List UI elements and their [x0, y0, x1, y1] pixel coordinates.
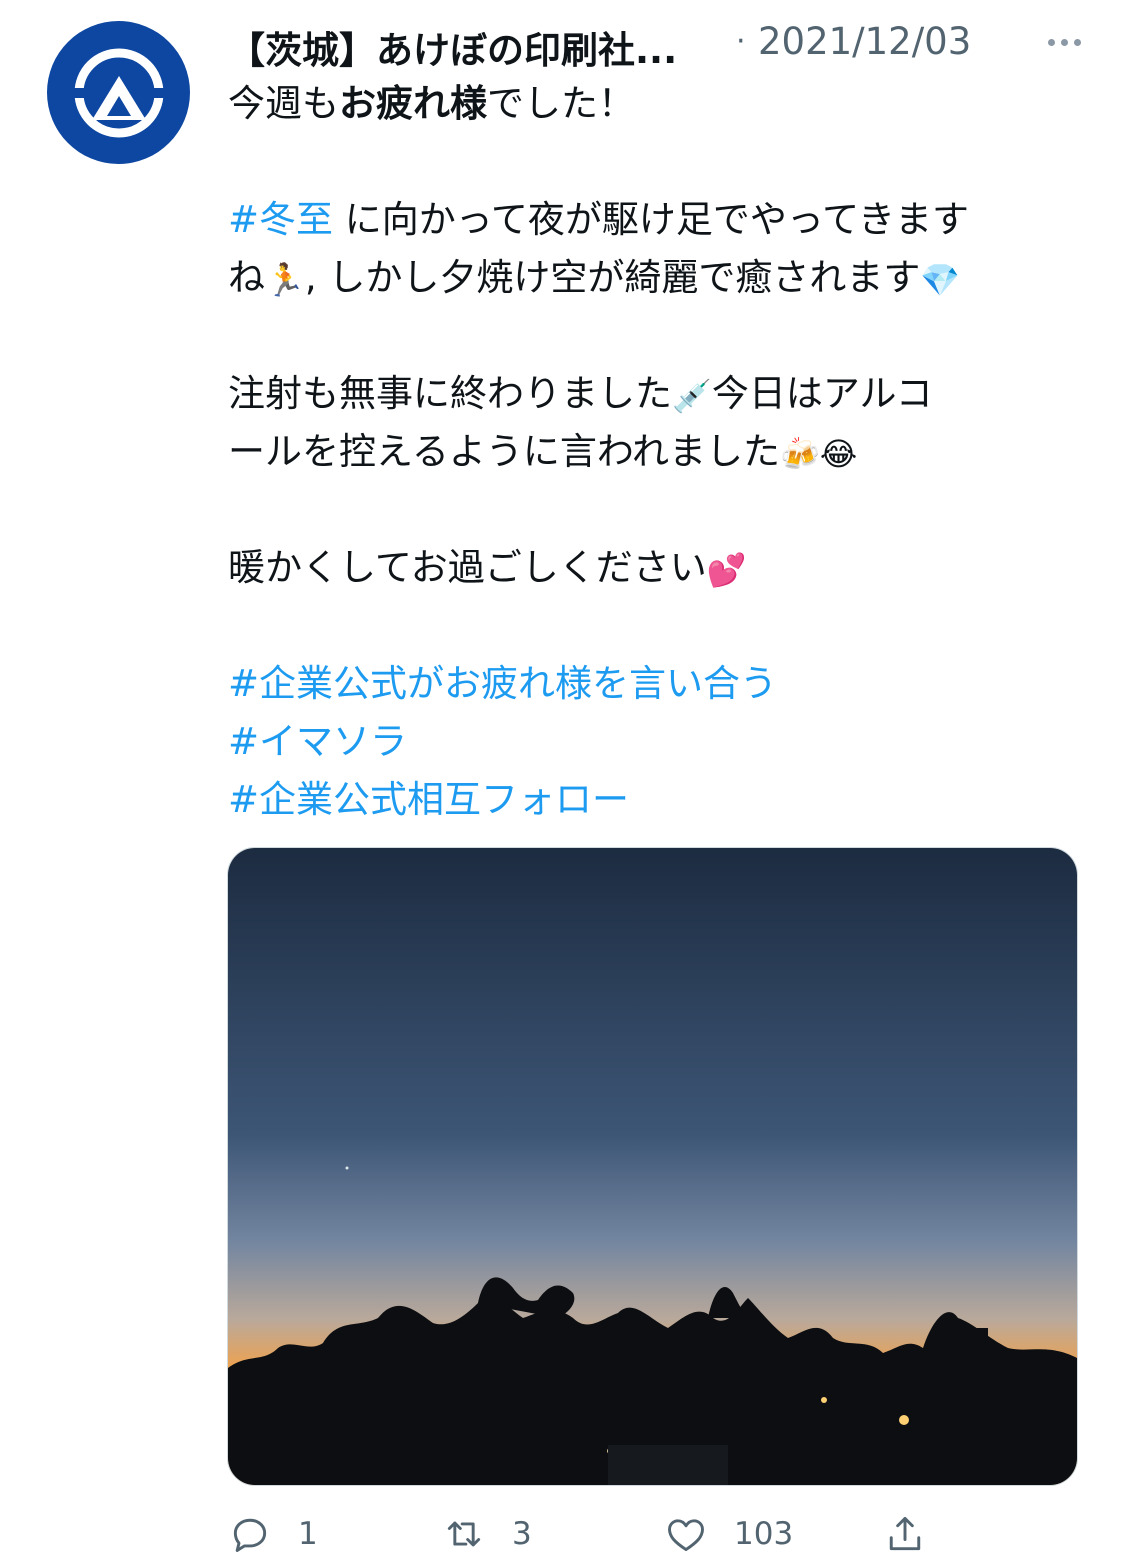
separator-dot: ·: [736, 24, 746, 59]
heart-icon: [668, 1519, 704, 1552]
tweet-date[interactable]: 2021/12/03: [758, 20, 971, 63]
hashtag-link[interactable]: #イマソラ: [228, 720, 407, 763]
author-name[interactable]: 【茨城】あけぼの印刷社...: [228, 20, 677, 74]
syringe-emoji-icon: 💉: [672, 376, 712, 415]
hashtag-line-2: #イマソラ: [228, 713, 1088, 771]
gem-emoji-icon: 💎: [920, 260, 961, 299]
tweet-actions: 1 3 103: [228, 1508, 1088, 1560]
beer-emoji-icon: 🍻: [780, 434, 820, 473]
tweet-line-6: 暖かくしてお過ごしください💕: [228, 539, 1088, 597]
bold-text: お疲れ様: [339, 82, 487, 125]
reply-count: 1: [298, 1516, 318, 1552]
runner-emoji-icon: 🏃: [265, 260, 305, 299]
tweet-line-4: 注射も無事に終わりました💉今日はアルコ: [228, 365, 1088, 423]
retweet-button[interactable]: 3: [442, 1508, 532, 1560]
share-button[interactable]: [883, 1508, 927, 1560]
tweet-line-1: 今週もお疲れ様でした！: [228, 82, 635, 125]
like-count: 103: [734, 1516, 794, 1552]
reply-icon: [233, 1518, 267, 1552]
hashtag-line-3: #企業公式相互フォロー: [228, 771, 1088, 829]
like-button[interactable]: 103: [664, 1508, 793, 1560]
more-horizontal-icon: [1047, 38, 1055, 46]
tweet-line-2: #冬至 に向かって夜が駆け足でやってきます: [228, 198, 969, 241]
tweet-header: 【茨城】あけぼの印刷社... · 2021/12/03: [228, 12, 1108, 72]
avatar[interactable]: [47, 21, 190, 164]
tweet-text: 今週もお疲れ様でした！ #冬至 に向かって夜が駆け足でやってきます ね🏃, しか…: [228, 75, 1088, 829]
retweet-count: 3: [512, 1516, 532, 1552]
company-logo-icon: [73, 48, 164, 137]
share-icon: [889, 1516, 921, 1551]
hashtag-link[interactable]: #企業公式相互フォロー: [228, 778, 629, 821]
hearts-emoji-icon: 💕: [706, 550, 747, 589]
reply-button[interactable]: 1: [228, 1508, 318, 1560]
hashtag-link[interactable]: #冬至: [228, 198, 333, 241]
tweet-line-5: ールを控えるように言われました🍻😂: [228, 423, 1088, 481]
tweet-line-3: ね🏃, しかし夕焼け空が綺麗で癒されます💎: [228, 249, 1088, 307]
hashtag-link[interactable]: #企業公式がお疲れ様を言い合う: [228, 662, 777, 705]
sunset-sky-image: [228, 848, 1077, 1485]
laughing-emoji-icon: 😂: [819, 434, 858, 473]
retweet-icon: [447, 1521, 481, 1547]
more-options-button[interactable]: [1044, 22, 1084, 62]
hashtag-line-1: #企業公式がお疲れ様を言い合う: [228, 655, 1088, 713]
tweet-photo[interactable]: [227, 847, 1078, 1486]
